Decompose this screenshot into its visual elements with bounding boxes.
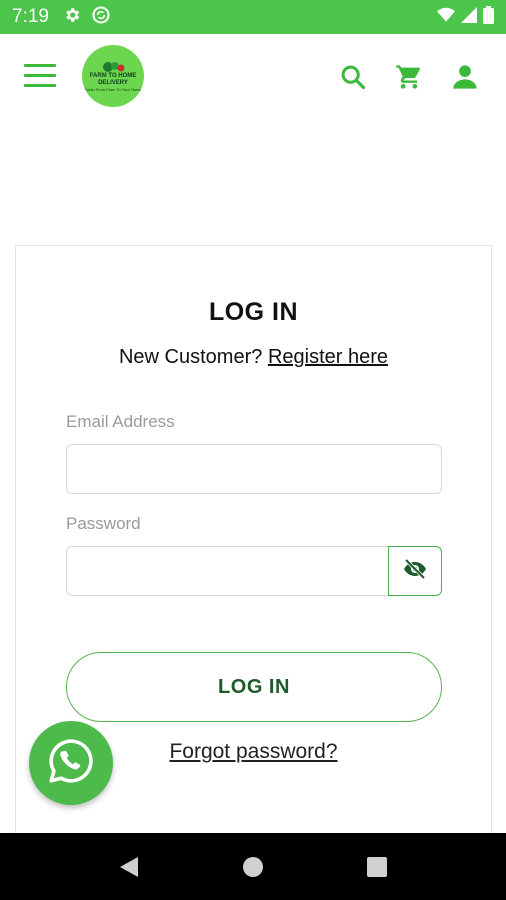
email-label: Email Address bbox=[66, 412, 175, 431]
register-prompt: New Customer? Register here bbox=[16, 346, 491, 369]
hamburger-menu-icon[interactable] bbox=[24, 64, 56, 90]
back-icon[interactable] bbox=[116, 854, 142, 880]
status-right-icons bbox=[437, 5, 494, 29]
whatsapp-icon bbox=[46, 736, 96, 791]
signal-icon bbox=[461, 6, 477, 28]
logo-text: FARM TO HOME DELIVERY bbox=[89, 72, 137, 86]
password-field[interactable] bbox=[66, 546, 390, 596]
logo-subtext: Fresh From Farm To Your Home bbox=[84, 86, 142, 92]
login-title: LOG IN bbox=[208, 298, 299, 326]
system-nav-bar bbox=[0, 833, 506, 900]
status-time: 7:19 bbox=[12, 6, 49, 27]
gear-icon bbox=[63, 6, 81, 29]
app-header: FARM TO HOME DELIVERY Fresh From Farm To… bbox=[0, 34, 506, 122]
wifi-icon bbox=[437, 7, 455, 28]
logo-tree-icon bbox=[103, 61, 125, 72]
register-link[interactable]: Register here bbox=[268, 346, 388, 368]
password-label: Password bbox=[66, 514, 141, 533]
new-customer-text: New Customer? bbox=[118, 346, 263, 368]
recents-icon[interactable] bbox=[364, 854, 390, 880]
home-icon[interactable] bbox=[240, 854, 266, 880]
login-submit-button[interactable]: LOG IN bbox=[66, 652, 442, 722]
status-left-icons bbox=[63, 5, 111, 30]
account-icon[interactable] bbox=[450, 62, 480, 92]
whatsapp-fab-button[interactable] bbox=[29, 721, 113, 805]
eye-off-icon bbox=[403, 558, 427, 584]
header-icons bbox=[338, 62, 480, 92]
brand-logo[interactable]: FARM TO HOME DELIVERY Fresh From Farm To… bbox=[82, 45, 144, 107]
search-icon[interactable] bbox=[338, 62, 368, 92]
password-visibility-toggle[interactable] bbox=[388, 546, 442, 596]
battery-icon bbox=[483, 5, 494, 29]
status-bar: 7:19 bbox=[0, 0, 506, 34]
sync-icon bbox=[91, 5, 111, 30]
cart-icon[interactable] bbox=[394, 62, 424, 92]
email-field[interactable] bbox=[66, 444, 442, 494]
